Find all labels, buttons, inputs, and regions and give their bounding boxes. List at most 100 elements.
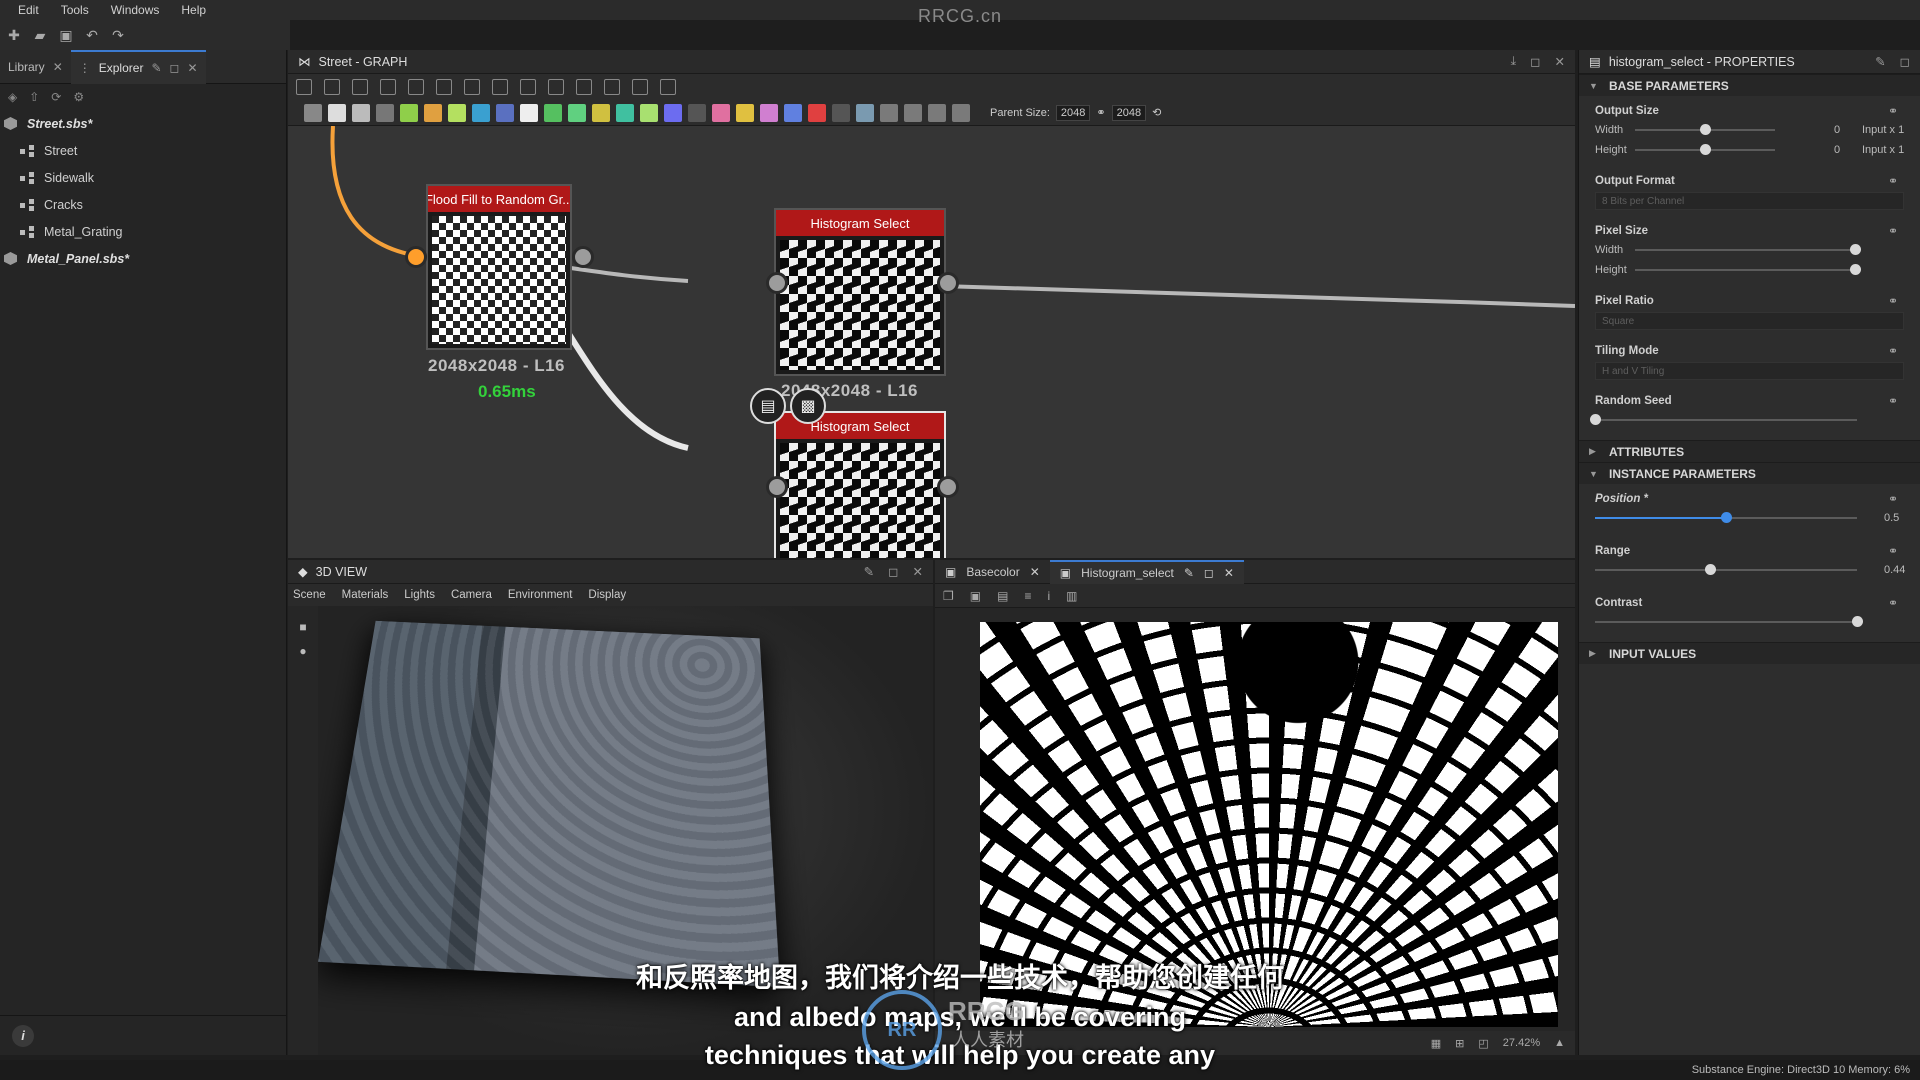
size-select[interactable]: 2048 (1111, 104, 1147, 121)
info-icon[interactable]: i (1047, 589, 1050, 603)
undo-icon[interactable]: ↶ (84, 27, 100, 43)
tab-explorer[interactable]: ⋮ Explorer ✎ ◻ ✕ (70, 49, 206, 84)
link-icon[interactable]: ⚭ (1888, 394, 1898, 408)
size-mode[interactable]: Input x 1 (1862, 144, 1904, 156)
node-view-icon[interactable]: ▩ (790, 388, 826, 424)
dyn-gradient-icon[interactable] (784, 103, 802, 122)
close-icon[interactable]: ✕ (1030, 565, 1040, 579)
input-port[interactable] (405, 246, 427, 268)
menu-camera[interactable]: Camera (451, 589, 492, 601)
menu-tools[interactable]: Tools (61, 3, 89, 17)
tab-histogram-select[interactable]: ▣ Histogram_select ✎ ◻ ✕ (1049, 560, 1244, 584)
menu-lights[interactable]: Lights (404, 589, 435, 601)
tree-graph-street[interactable]: Street (0, 137, 286, 164)
grid-icon[interactable] (492, 79, 508, 95)
curve-icon[interactable] (424, 103, 442, 122)
link-icon[interactable]: ⚭ (1888, 344, 1898, 358)
parent-size-select[interactable]: 2048 (1055, 104, 1091, 121)
contrast-slider[interactable] (1595, 616, 1863, 627)
output-width-slider[interactable] (1635, 124, 1775, 135)
import-icon[interactable]: ⇧ (29, 90, 39, 104)
pin-icon[interactable]: ✎ (864, 564, 874, 579)
transform-icon[interactable] (472, 103, 490, 122)
input-icon[interactable] (856, 103, 874, 122)
light-icon[interactable]: ● (299, 644, 306, 658)
fit-icon[interactable]: ◰ (1478, 1037, 1488, 1050)
frame-all-icon[interactable] (296, 79, 312, 95)
link-icon[interactable]: ⚭ (1888, 104, 1898, 118)
pixel-processor-icon[interactable] (688, 103, 706, 122)
warp-icon[interactable] (496, 103, 514, 122)
maximize-icon[interactable]: ◻ (170, 61, 180, 75)
frame-selected-icon[interactable] (324, 79, 340, 95)
menu-materials[interactable]: Materials (342, 589, 389, 601)
close-icon[interactable]: ✕ (913, 564, 923, 579)
bitmap-node-icon[interactable] (304, 103, 322, 122)
menu-windows[interactable]: Windows (111, 3, 160, 17)
section-input-values[interactable]: ▶ INPUT VALUES (1579, 642, 1920, 664)
node-document-icon[interactable]: ▤ (750, 388, 786, 424)
save-icon[interactable]: ▣ (58, 27, 74, 43)
pixel-height-slider[interactable] (1635, 264, 1861, 275)
reset-icon[interactable]: ⟲ (1152, 106, 1161, 119)
random-seed-slider[interactable] (1590, 414, 1857, 425)
screenshot-icon[interactable] (352, 79, 368, 95)
menu-environment[interactable]: Environment (508, 589, 573, 601)
link-icon[interactable]: ⚭ (1888, 174, 1898, 188)
slider-knob[interactable] (1590, 414, 1601, 425)
tree-graph-metal-grating[interactable]: Metal_Grating (0, 218, 286, 245)
copy-icon[interactable]: ❐ (943, 589, 954, 603)
tree-graph-sidewalk[interactable]: Sidewalk (0, 164, 286, 191)
pin-node-icon[interactable] (952, 103, 970, 122)
align-icon[interactable] (436, 79, 452, 95)
frame-node-icon[interactable] (928, 103, 946, 122)
histogram-icon[interactable]: ▥ (1066, 589, 1077, 603)
close-icon[interactable]: ✕ (1555, 54, 1565, 69)
slider-knob[interactable] (1700, 124, 1711, 135)
maximize-icon[interactable]: ◻ (1900, 54, 1910, 69)
distance-icon[interactable] (640, 103, 658, 122)
menu-edit[interactable]: Edit (18, 3, 39, 17)
output-port[interactable] (937, 272, 959, 294)
shuffle-icon[interactable] (376, 103, 394, 122)
output-height-slider[interactable] (1635, 144, 1775, 155)
tiling-mode-select[interactable]: H and V Tiling (1595, 362, 1904, 380)
tools-icon[interactable] (604, 79, 620, 95)
text-icon[interactable] (760, 103, 778, 122)
pin-icon[interactable]: ✎ (151, 61, 161, 75)
new-package-icon[interactable]: ✚ (6, 27, 22, 43)
input-port[interactable] (766, 272, 788, 294)
gradient-icon[interactable] (448, 103, 466, 122)
slider-knob[interactable] (1705, 564, 1717, 575)
maximize-icon[interactable]: ◻ (888, 564, 898, 579)
slider-knob[interactable] (1852, 616, 1863, 627)
comment-icon[interactable] (904, 103, 922, 122)
link-icon[interactable]: ⚭ (1888, 596, 1898, 610)
hsl-icon[interactable] (568, 103, 586, 122)
slider-knob[interactable] (1850, 244, 1861, 255)
tab-basecolor[interactable]: ▣ Basecolor ✕ (935, 560, 1050, 584)
section-attributes[interactable]: ▶ ATTRIBUTES (1579, 440, 1920, 462)
distribute-icon[interactable] (464, 79, 480, 95)
slider-knob[interactable] (1700, 144, 1711, 155)
range-slider[interactable] (1595, 564, 1857, 575)
tab-library[interactable]: Library ✕ (0, 50, 71, 84)
position-slider[interactable] (1595, 512, 1857, 523)
info-icon[interactable]: i (12, 1024, 34, 1047)
save-icon[interactable]: ▣ (970, 589, 981, 603)
slider-knob[interactable] (1721, 512, 1732, 523)
uniform-color-icon[interactable] (328, 103, 346, 122)
maximize-icon[interactable]: ◻ (1530, 54, 1540, 69)
pin-icon[interactable]: ✎ (1875, 54, 1885, 69)
emboss-icon[interactable] (616, 103, 634, 122)
new-graph-icon[interactable]: ◈ (8, 90, 17, 104)
output-port[interactable] (937, 476, 959, 498)
close-icon[interactable]: ✕ (53, 60, 63, 74)
pixel-width-slider[interactable] (1635, 244, 1861, 255)
graph-canvas[interactable]: Flood Fill to Random Gr... 2048x2048 - L… (288, 126, 1575, 558)
tree-package-street[interactable]: Street.sbs* (0, 110, 286, 137)
value-processor-icon[interactable] (832, 103, 850, 122)
grayscale-icon[interactable] (736, 103, 754, 122)
blend-node-icon[interactable] (352, 103, 370, 122)
camera-icon[interactable]: ■ (299, 620, 306, 634)
